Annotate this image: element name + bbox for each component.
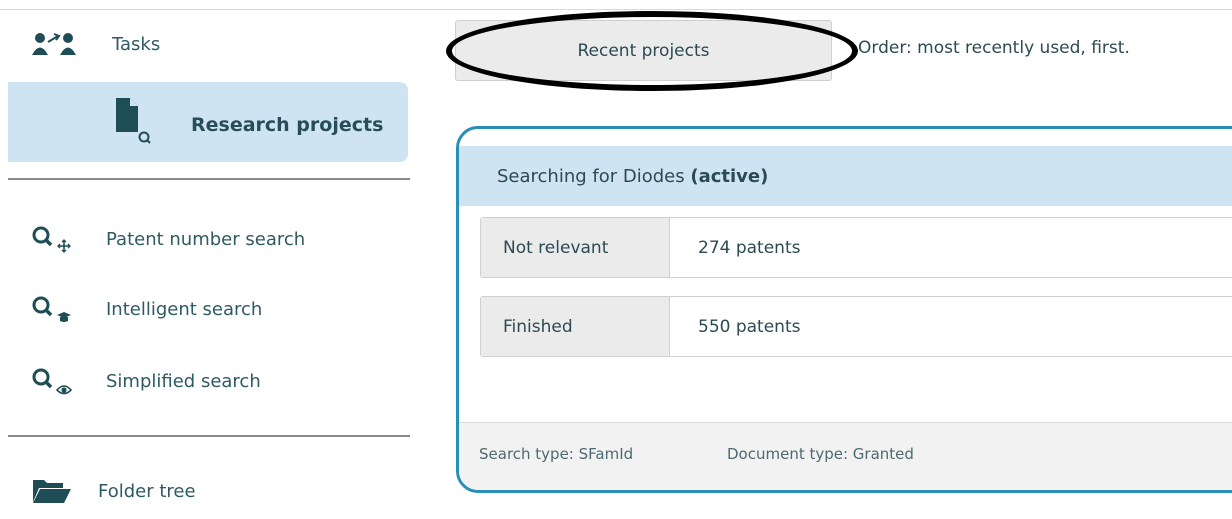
document-search-icon xyxy=(112,96,160,146)
sidebar-item-folder-tree[interactable]: Folder tree xyxy=(32,476,196,506)
project-title: Searching for Diodes xyxy=(497,166,685,187)
users-transfer-icon xyxy=(30,32,80,56)
document-type: Document type: Granted xyxy=(727,445,914,463)
sidebar-item-tasks-label: Tasks xyxy=(112,33,161,55)
stat-value: 550 patents xyxy=(698,317,801,337)
search-type: Search type: SFamId xyxy=(479,445,634,463)
sidebar-item-research-projects[interactable]: Research projects xyxy=(8,82,408,162)
sidebar-item-label: Patent number search xyxy=(106,228,306,250)
sidebar-item-simplified-search[interactable]: Simplified search xyxy=(30,366,261,396)
sidebar-item-intelligent-search[interactable]: Intelligent search xyxy=(30,294,262,324)
sidebar-item-label: Intelligent search xyxy=(106,298,263,320)
search-move-icon xyxy=(30,224,84,254)
order-description: Order: most recently used, first. xyxy=(858,38,1130,58)
project-stat-row: Finished 550 patents xyxy=(480,296,1232,357)
sidebar-item-folder-tree-label: Folder tree xyxy=(98,480,196,502)
search-eye-icon xyxy=(30,366,84,396)
sidebar-item-tasks[interactable]: Tasks xyxy=(30,32,160,56)
project-title-line: Searching for Diodes (active) xyxy=(497,166,768,187)
stat-label: Finished xyxy=(481,297,670,356)
search-graduate-icon xyxy=(30,294,84,324)
project-card[interactable]: Searching for Diodes (active) Not releva… xyxy=(456,126,1232,493)
project-card-header: Searching for Diodes (active) xyxy=(459,146,1232,206)
project-card-footer: Search type: SFamId Document type: Grant… xyxy=(459,422,1232,490)
project-stat-row: Not relevant 274 patents xyxy=(480,217,1232,278)
sidebar-item-patent-number-search[interactable]: Patent number search xyxy=(30,224,305,254)
project-status: (active) xyxy=(690,166,769,187)
recent-projects-button[interactable]: Recent projects xyxy=(455,20,832,81)
sidebar-item-label: Simplified search xyxy=(106,370,261,392)
sidebar: Tasks Research projects Patent number se… xyxy=(0,10,410,519)
folder-open-icon xyxy=(32,476,72,506)
sidebar-divider xyxy=(8,178,410,180)
stat-label: Not relevant xyxy=(481,218,670,277)
sidebar-item-research-projects-label: Research projects xyxy=(191,114,384,136)
stat-value: 274 patents xyxy=(698,238,801,258)
sidebar-divider xyxy=(8,435,410,437)
